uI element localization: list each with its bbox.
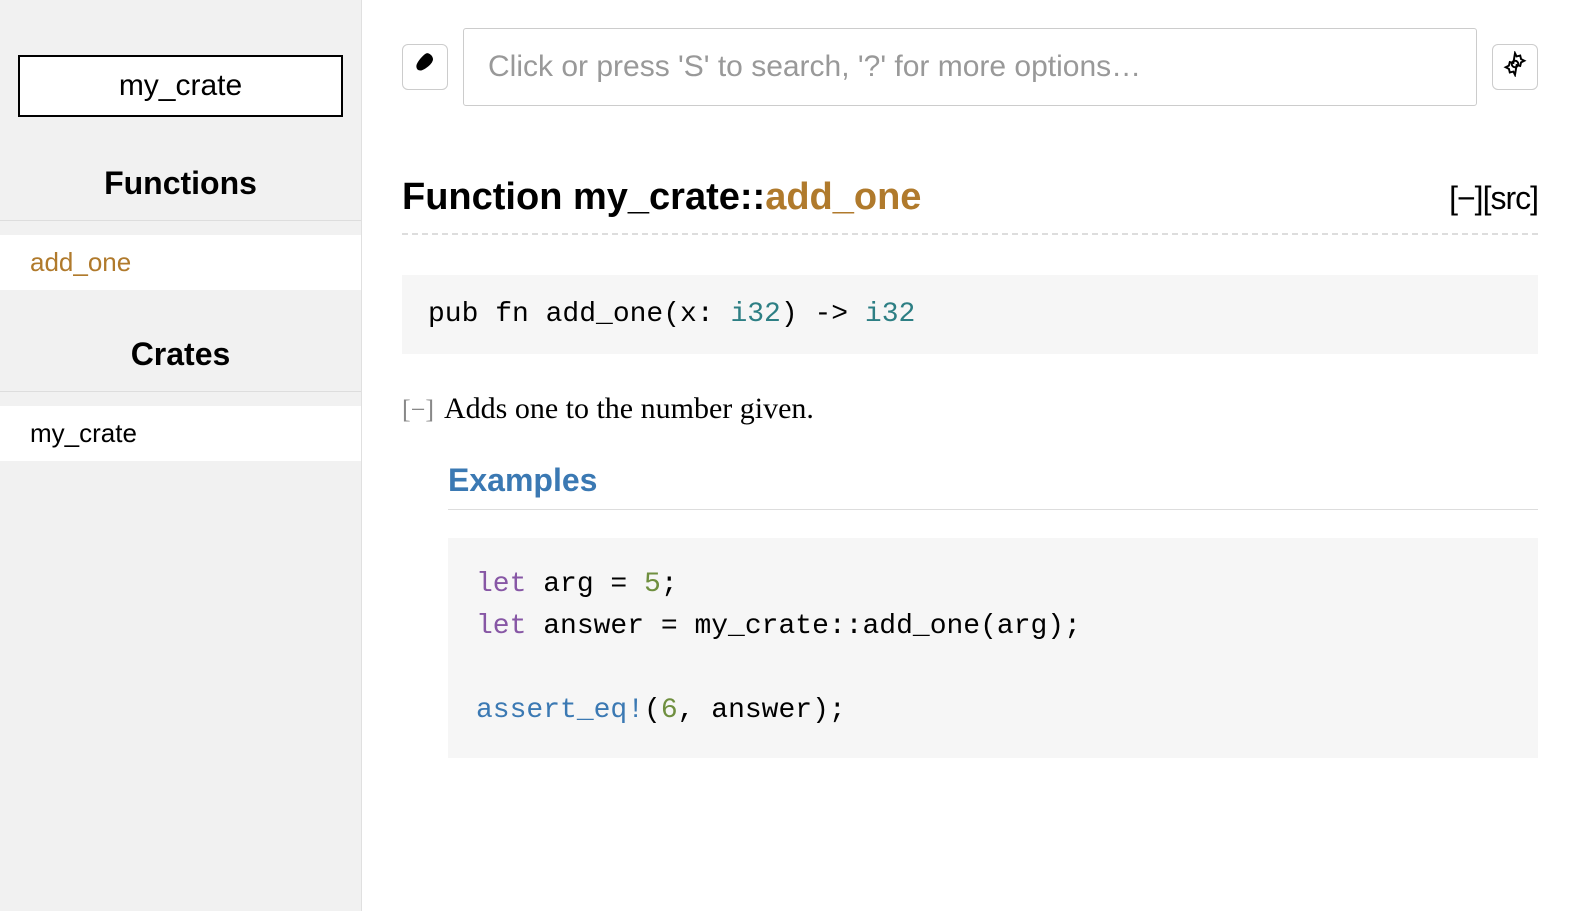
main-content: Function my_crate::add_one [−][src] pub … <box>362 0 1578 911</box>
sidebar-heading-functions: Functions <box>0 147 361 221</box>
heading-sep: :: <box>740 176 765 218</box>
doc-body: Examples let arg = 5; let answer = my_cr… <box>402 462 1538 758</box>
page-heading-row: Function my_crate::add_one [−][src] <box>402 176 1538 235</box>
code-text: ; <box>661 569 678 600</box>
heading-path: my_crate <box>573 176 740 218</box>
code-text: ( <box>644 695 661 726</box>
sig-mid: ) -> <box>781 299 865 330</box>
collapse-toggle[interactable]: [−] <box>1449 180 1482 216</box>
crate-title-box[interactable]: my_crate <box>18 55 343 117</box>
code-text: answer = my_crate::add_one(arg); <box>526 611 1081 642</box>
crate-title: my_crate <box>119 69 242 102</box>
code-text: arg = <box>526 569 644 600</box>
code-macro: assert_eq! <box>476 695 644 726</box>
sidebar-list-functions: add_one <box>0 221 361 318</box>
code-kw: let <box>476 611 526 642</box>
sig-arg-type: i32 <box>730 299 780 330</box>
heading-fn-name: add_one <box>765 176 921 218</box>
doc-toggle[interactable]: [−] <box>402 395 434 425</box>
theme-button[interactable] <box>402 44 448 90</box>
sig-prefix: pub fn add_one(x: <box>428 299 730 330</box>
page-title: Function my_crate::add_one <box>402 176 921 219</box>
doc-summary: Adds one to the number given. <box>444 392 814 426</box>
sig-ret-type: i32 <box>865 299 915 330</box>
sidebar-item-my-crate[interactable]: my_crate <box>0 406 361 461</box>
gear-icon <box>1502 51 1528 84</box>
code-num: 6 <box>661 695 678 726</box>
example-code: let arg = 5; let answer = my_crate::add_… <box>448 538 1538 758</box>
sidebar: my_crate Functions add_one Crates my_cra… <box>0 0 362 911</box>
doc-summary-row: [−] Adds one to the number given. <box>402 392 1538 426</box>
brush-icon <box>412 51 438 84</box>
src-link[interactable]: [src] <box>1483 180 1538 216</box>
heading-controls: [−][src] <box>1449 180 1538 217</box>
sidebar-item-add-one[interactable]: add_one <box>0 235 361 290</box>
code-text: , answer); <box>678 695 846 726</box>
code-kw: let <box>476 569 526 600</box>
code-num: 5 <box>644 569 661 600</box>
topbar <box>402 28 1538 106</box>
examples-heading: Examples <box>448 462 1538 510</box>
settings-button[interactable] <box>1492 44 1538 90</box>
search-input[interactable] <box>463 28 1477 106</box>
sidebar-list-crates: my_crate <box>0 392 361 489</box>
fn-signature: pub fn add_one(x: i32) -> i32 <box>402 275 1538 354</box>
heading-kind: Function <box>402 176 562 218</box>
sidebar-heading-crates: Crates <box>0 318 361 392</box>
